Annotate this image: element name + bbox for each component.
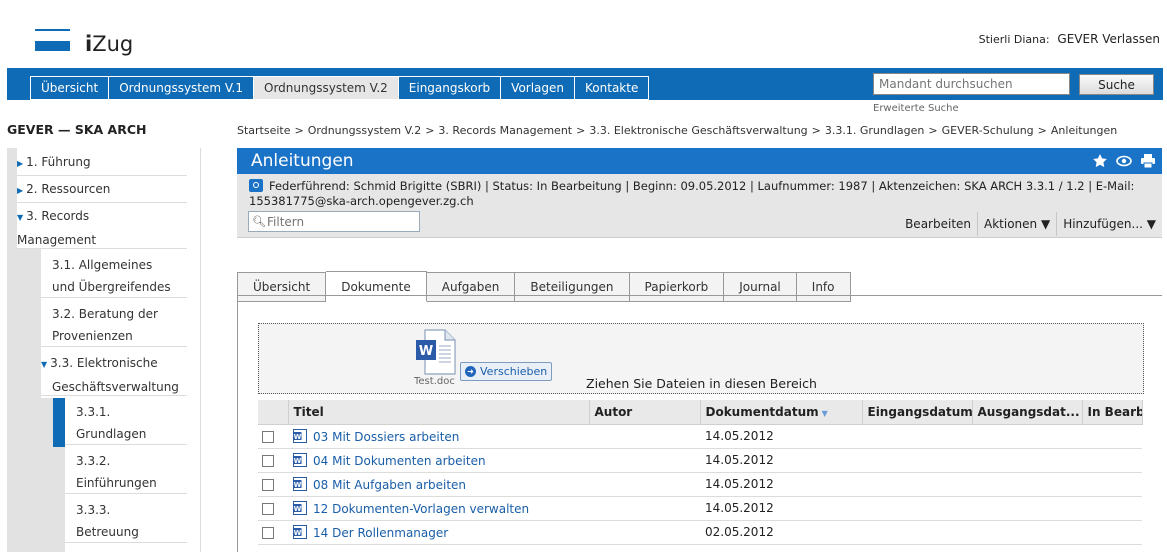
word-file-icon: W: [293, 524, 307, 539]
sidebar-item-betreuung[interactable]: 3.3.3. Betreuung: [65, 499, 187, 543]
breadcrumb-item[interactable]: 3.3.1. Grundlagen: [825, 124, 924, 137]
user-area: Stierli Diana: GEVER Verlassen: [979, 32, 1160, 46]
sidebar-item-records-management[interactable]: ▼ 3. Records Management: [17, 205, 187, 249]
filter-input[interactable]: [248, 211, 420, 232]
sidebar-item-beratung[interactable]: 3.2. Beratung der Provenienzen: [41, 303, 187, 347]
logo[interactable]: iZug: [35, 24, 133, 55]
dossier-meta-text: Federführend: Schmid Brigitte (SBRI) | S…: [249, 179, 1135, 208]
breadcrumb-item[interactable]: 3.3. Elektronische Geschäftsverwaltung: [589, 124, 807, 137]
move-button[interactable]: ➜ Verschieben: [460, 362, 552, 381]
breadcrumb-item[interactable]: Ordnungssystem V.2: [308, 124, 421, 137]
arrow-right-icon: ➜: [465, 366, 476, 377]
logout-link[interactable]: GEVER Verlassen: [1057, 32, 1160, 46]
sidebar-item-einfuehrungen[interactable]: 3.3.2. Einführungen: [65, 450, 187, 494]
breadcrumb: Startseite > Ordnungssystem V.2 >3. Records…: [237, 124, 1118, 137]
svg-text:W: W: [294, 456, 302, 464]
sidebar-tree: ▶ 1. Führung ▶ 2. Ressourcen ▼ 3. Records M…: [7, 148, 201, 552]
actions-menu[interactable]: Aktionen ▼: [977, 212, 1056, 236]
page-title: Anleitungen: [251, 151, 354, 171]
table-row: W 14 Der Rollenmanager 02.05.2012: [258, 520, 1142, 545]
svg-text:W: W: [294, 504, 302, 512]
row-checkbox[interactable]: [262, 526, 274, 539]
main-navbar: Übersicht Ordnungssystem V.1 Ordnungssys…: [7, 68, 1163, 100]
star-icon[interactable]: [1092, 153, 1108, 169]
table-row: W 03 Mit Dossiers arbeiten 14.05.2012: [258, 424, 1142, 449]
main-nav-tabs: Übersicht Ordnungssystem V.1 Ordnungssys…: [30, 76, 650, 100]
nav-tab-eingangskorb[interactable]: Eingangskorb: [398, 76, 502, 100]
word-file-icon: W: [293, 476, 307, 491]
document-link[interactable]: 03 Mit Dossiers arbeiten: [313, 430, 459, 444]
edit-button[interactable]: Bearbeiten: [899, 212, 977, 236]
search-icon: 🔍︎: [252, 215, 266, 228]
logo-text: iZug: [85, 32, 134, 56]
header-icons: [1092, 153, 1156, 169]
table-header-row: Titel Autor Dokumentdatum ▼ Eingangsdatum…: [258, 400, 1143, 425]
nav-tab-uebersicht[interactable]: Übersicht: [30, 76, 110, 100]
nav-tab-ordnungssystem-v2[interactable]: Ordnungssystem V.2: [254, 76, 399, 100]
add-menu[interactable]: Hinzufügen... ▼: [1056, 212, 1162, 236]
svg-text:W: W: [294, 432, 302, 440]
caret-down-icon: ▼: [17, 213, 24, 222]
eye-icon[interactable]: [1116, 153, 1132, 169]
nav-tab-kontakte[interactable]: Kontakte: [575, 76, 650, 100]
select-column-header: [258, 400, 289, 425]
breadcrumb-item[interactable]: GEVER-Schulung: [942, 124, 1034, 137]
column-header-dokumentdatum[interactable]: Dokumentdatum ▼: [700, 400, 863, 425]
column-header-titel[interactable]: Titel: [288, 400, 590, 425]
row-checkbox[interactable]: [262, 502, 274, 515]
sidebar-item-grundlagen[interactable]: 3.3.1. Grundlagen: [65, 401, 187, 445]
caret-down-icon: ▼: [41, 360, 48, 369]
document-link[interactable]: 12 Dokumenten-Vorlagen verwalten: [313, 502, 529, 516]
dossier-icon: [249, 179, 263, 192]
document-link[interactable]: 08 Mit Aufgaben arbeiten: [313, 478, 466, 492]
sidebar-item-allgemeines[interactable]: 3.1. Allgemeines und Übergreifendes: [41, 254, 187, 298]
sidebar-item-ressourcen[interactable]: ▶ 2. Ressourcen: [17, 178, 187, 203]
document-link[interactable]: 14 Der Rollenmanager: [313, 526, 448, 540]
caret-right-icon: ▶: [17, 186, 24, 195]
dossier-actions: Bearbeiten Aktionen ▼ Hinzufügen... ▼: [899, 212, 1162, 236]
word-file-icon: W: [293, 452, 307, 467]
dossier-meta: Federführend: Schmid Brigitte (SBRI) | S…: [237, 174, 1162, 238]
sidebar-item-fuehrung[interactable]: ▶ 1. Führung: [17, 151, 187, 176]
table-row: W 08 Mit Aufgaben arbeiten 14.05.2012: [258, 472, 1142, 497]
dossier-header: Anleitungen: [237, 148, 1162, 174]
table-row: W 04 Mit Dokumenten arbeiten 14.05.2012: [258, 448, 1142, 473]
search-input[interactable]: [873, 73, 1070, 95]
row-checkbox[interactable]: [262, 454, 274, 467]
nav-tab-ordnungssystem-v1[interactable]: Ordnungssystem V.1: [109, 76, 254, 100]
caret-right-icon: ▶: [17, 159, 24, 168]
breadcrumb-item[interactable]: Startseite: [237, 124, 291, 137]
column-header-eingangsdatum[interactable]: Eingangsdatum: [862, 400, 973, 425]
sidebar-title: GEVER — SKA ARCH: [7, 122, 147, 137]
print-icon[interactable]: [1140, 153, 1156, 169]
row-checkbox[interactable]: [262, 478, 274, 491]
breadcrumb-item[interactable]: 3. Records Management: [438, 124, 572, 137]
word-document-icon[interactable]: W: [413, 328, 461, 376]
dragged-file-name: Test.doc: [414, 376, 455, 387]
word-file-icon: W: [293, 428, 307, 443]
row-checkbox[interactable]: [262, 430, 274, 443]
sidebar-item-elektronische-gv[interactable]: ▼ 3.3. Elektronische Geschäftsverwaltung: [41, 352, 187, 396]
table-row: W 12 Dokumenten-Vorlagen verwalten 14.05.…: [258, 496, 1142, 521]
search-button[interactable]: Suche: [1079, 74, 1154, 95]
column-header-autor[interactable]: Autor: [589, 400, 701, 425]
nav-tab-vorlagen[interactable]: Vorlagen: [501, 76, 576, 100]
document-link[interactable]: 04 Mit Dokumenten arbeiten: [313, 454, 486, 468]
logo-mark: [35, 28, 70, 51]
column-header-in-bearbeitung[interactable]: In Bearb: [1082, 400, 1143, 425]
column-header-ausgangsdatum[interactable]: Ausgangsdat...: [972, 400, 1083, 425]
sort-desc-icon: ▼: [821, 408, 828, 418]
svg-text:W: W: [294, 528, 302, 536]
svg-text:W: W: [294, 480, 302, 488]
advanced-search-link[interactable]: Erweiterte Suche: [873, 103, 959, 114]
user-name[interactable]: Stierli Diana:: [979, 33, 1050, 46]
documents-table: Titel Autor Dokumentdatum ▼ Eingangsdatum…: [258, 400, 1143, 545]
dropzone-hint: Ziehen Sie Dateien in diesen Bereich: [586, 376, 817, 391]
breadcrumb-current: Anleitungen: [1050, 124, 1118, 137]
word-file-icon: W: [293, 500, 307, 515]
svg-text:W: W: [419, 344, 433, 359]
